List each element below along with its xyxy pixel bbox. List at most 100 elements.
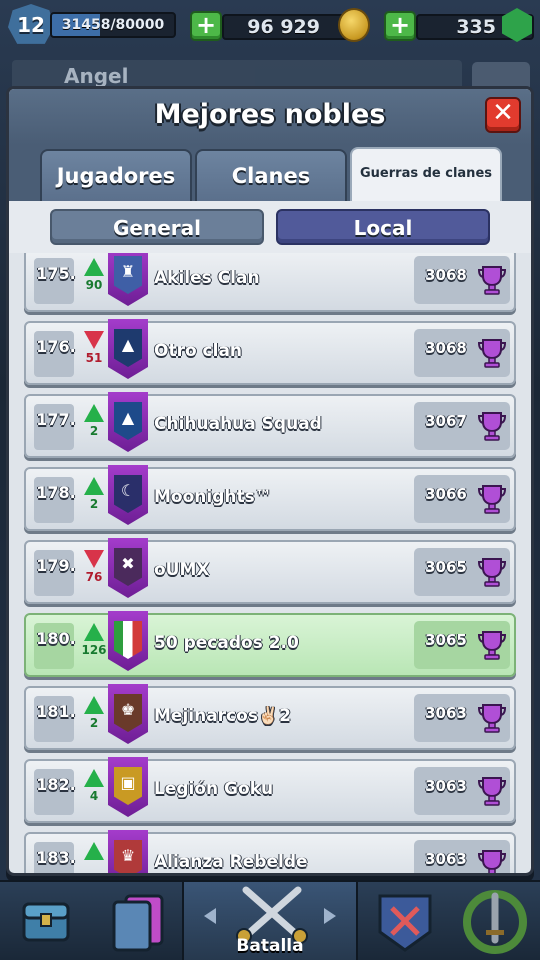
rank-change-value: 90 [85,278,103,292]
tab-jugadores[interactable]: Jugadores [40,149,192,201]
badge-symbol: ♚ [120,700,136,719]
local-button[interactable]: Local [276,209,490,245]
rank-change-value: 126 [81,643,107,657]
rank-number: 176. [36,337,76,356]
rank-change-up-arrow-icon [84,623,104,641]
rank-change-up-arrow-icon [84,696,104,714]
buy-gems-button[interactable]: + [384,11,416,41]
rank-change-value: 2 [89,424,99,438]
rank-change-value: 2 [89,497,99,511]
modal-header: Mejores nobles ✕ [9,89,531,145]
clan-badge-icon: ▲ [108,392,148,458]
nav-cards[interactable] [92,882,182,960]
nav-battle-label: Batalla [236,936,304,956]
level-badge[interactable]: 12 [8,4,54,44]
clan-badge-icon: ♜ [108,253,148,312]
nav-battle[interactable]: Batalla [182,882,358,960]
leaderboard-row[interactable]: 175. 90 ♜ Akiles Clan 3068 [24,253,516,312]
clan-badge-icon: ▣ [108,757,148,823]
clan-shield-icon [378,894,432,952]
rank-change-down-arrow-icon [84,331,104,349]
player-name: Angel [64,64,129,88]
badge-symbol: ▲ [121,335,135,354]
clan-score: 3063 [425,704,467,722]
tab-clanes[interactable]: Clanes [195,149,347,201]
leaderboard-row[interactable]: 180. 126 ▮ 50 pecados 2.0 3065 [24,611,516,677]
rank-number: 180. [36,629,76,648]
leaderboard-row[interactable]: 182. 4 ▣ Legión Goku 3063 [24,757,516,823]
clan-score: 3065 [425,558,467,576]
nav-shop[interactable] [0,882,90,960]
xp-bar: 31458/80000 [50,12,176,38]
close-button[interactable]: ✕ [485,97,521,133]
badge-symbol: ✖ [121,554,135,573]
tab-bar: Jugadores Clanes Guerras de clanes [9,145,531,201]
clan-name: Mejinarcos✌🏻2 [154,706,291,726]
nav-tournaments[interactable] [450,882,540,960]
rank-change-value: 2 [89,716,99,730]
tournament-laurel-icon [463,890,527,954]
clan-list[interactable]: 175. 90 ♜ Akiles Clan 3068 176. 51 ▲ Otro clan 30… [9,253,531,873]
clan-score: 3063 [425,777,467,795]
trophy-icon [478,412,506,441]
rank-number: 183. [36,848,76,867]
clan-score: 3066 [425,485,467,503]
leaderboard-row[interactable]: 176. 51 ▲ Otro clan 3068 [24,319,516,385]
clan-badge-icon: ♛ [108,830,148,873]
xp-text: 31458/80000 [61,17,165,33]
clan-badge-icon: ✖ [108,538,148,604]
shop-chest-icon [22,902,70,942]
clan-badge-icon: ▲ [108,319,148,385]
clan-score: 3065 [425,631,467,649]
clan-score: 3067 [425,412,467,430]
rank-number: 177. [36,410,76,429]
clan-name: 50 pecados 2.0 [154,633,299,653]
trophy-icon [478,266,506,295]
gold-coin-icon [338,8,370,42]
trophy-icon [478,485,506,514]
clan-name: Chihuahua Squad [154,414,322,434]
top-bar: 12 31458/80000 + 96 929 + 335 [0,0,540,52]
trophy-icon [478,558,506,587]
bottom-nav: Batalla [0,880,540,960]
badge-symbol: ▮ [123,627,133,646]
badge-symbol: ▲ [121,408,135,427]
general-button[interactable]: General [50,209,264,245]
clan-score: 3068 [425,339,467,357]
trophy-icon [478,704,506,733]
leaderboard-row[interactable]: 183. ♛ Alianza Rebelde 3063 [24,830,516,873]
clan-badge-icon: ☾ [108,465,148,531]
cards-icon [112,894,164,952]
rank-number: 181. [36,702,76,721]
rank-number: 182. [36,775,76,794]
clan-name: Legión Goku [154,779,274,799]
trophy-icon [478,631,506,660]
clan-badge-icon: ♚ [108,684,148,750]
leaderboard-row[interactable]: 179. 76 ✖ oUMX 3065 [24,538,516,604]
badge-symbol: ▣ [120,773,136,792]
badge-symbol: ♛ [120,846,136,865]
leaderboard-row[interactable]: 178. 2 ☾ Moonights™ 3066 [24,465,516,531]
rank-number: 179. [36,556,76,575]
leaderboard-row[interactable]: 181. 2 ♚ Mejinarcos✌🏻2 3063 [24,684,516,750]
clan-name: Moonights™ [154,487,272,507]
trophy-icon [478,850,506,873]
leaderboard-modal: Mejores nobles ✕ Jugadores Clanes Guerra… [6,86,534,876]
nav-clan[interactable] [360,882,450,960]
rank-change-value: 51 [85,351,103,365]
rank-change-up-arrow-icon [84,769,104,787]
rank-change-up-arrow-icon [84,842,104,860]
leaderboard-row[interactable]: 177. 2 ▲ Chihuahua Squad 3067 [24,392,516,458]
clan-badge-icon: ▮ [108,611,148,677]
clan-score: 3063 [425,850,467,868]
buy-gold-button[interactable]: + [190,11,222,41]
tab-guerras-de-clanes[interactable]: Guerras de clanes [350,147,502,201]
badge-symbol: ☾ [120,481,136,500]
nav-right-arrow-icon[interactable] [324,908,336,924]
clan-name: Akiles Clan [154,268,260,288]
rank-number: 178. [36,483,76,502]
trophy-icon [478,777,506,806]
rank-change-up-arrow-icon [84,404,104,422]
rank-change-value: 4 [89,789,99,803]
trophy-icon [478,339,506,368]
